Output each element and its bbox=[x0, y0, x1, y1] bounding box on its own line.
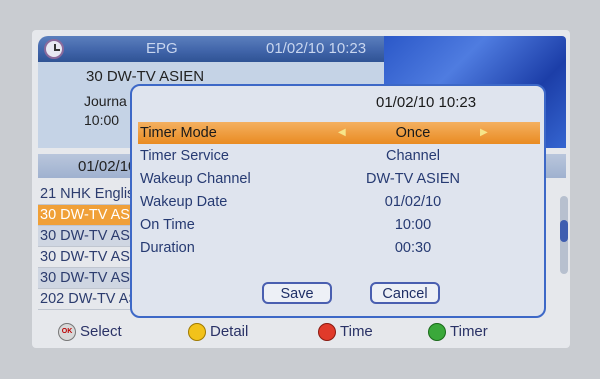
field-label: Timer Mode bbox=[140, 125, 217, 141]
save-button[interactable]: Save bbox=[262, 282, 332, 304]
date-bar-date: 01/02/10 bbox=[78, 158, 137, 175]
select-label: Select bbox=[80, 323, 122, 340]
wakeup-date-field[interactable]: Wakeup Date 01/02/10 bbox=[138, 191, 540, 213]
field-label: Duration bbox=[140, 240, 195, 256]
info-time: 10:00 bbox=[84, 112, 120, 128]
green-button-icon bbox=[428, 323, 446, 342]
dialog-datetime: 01/02/10 10:23 bbox=[376, 94, 477, 111]
yellow-button-icon bbox=[188, 323, 206, 342]
time-hint[interactable]: Time bbox=[318, 322, 373, 342]
on-time-field[interactable]: On Time 10:00 bbox=[138, 214, 540, 236]
cancel-button[interactable]: Cancel bbox=[370, 282, 440, 304]
field-label: Timer Service bbox=[140, 148, 229, 164]
select-hint[interactable]: OK Select bbox=[58, 322, 122, 342]
info-program: Journa bbox=[84, 93, 127, 109]
arrow-right-icon[interactable]: ▶ bbox=[480, 122, 488, 144]
field-value: DW-TV ASIEN bbox=[366, 171, 460, 187]
red-button-icon bbox=[318, 323, 336, 342]
field-value: 10:00 bbox=[394, 217, 432, 233]
detail-hint[interactable]: Detail bbox=[188, 322, 248, 342]
field-value: Channel bbox=[385, 148, 440, 164]
field-value: Once bbox=[395, 125, 431, 141]
timer-mode-field[interactable]: Timer Mode ◀ Once ▶ bbox=[138, 122, 540, 144]
header-datetime: 01/02/10 10:23 bbox=[266, 40, 367, 57]
clock-icon bbox=[44, 39, 64, 59]
epg-header: EPG 01/02/10 10:23 bbox=[38, 36, 386, 62]
time-label: Time bbox=[340, 323, 373, 340]
ok-button-icon: OK bbox=[58, 323, 76, 342]
field-label: Wakeup Date bbox=[140, 194, 228, 210]
timer-service-field[interactable]: Timer Service Channel bbox=[138, 145, 540, 167]
field-value: 01/02/10 bbox=[384, 194, 442, 210]
epg-title: EPG bbox=[146, 40, 178, 57]
duration-field[interactable]: Duration 00:30 bbox=[138, 237, 540, 259]
field-value: 00:30 bbox=[394, 240, 432, 256]
field-label: On Time bbox=[140, 217, 195, 233]
scrollbar-thumb[interactable] bbox=[560, 220, 568, 242]
timer-dialog: 01/02/10 10:23 Timer Mode ◀ Once ▶ Timer… bbox=[130, 84, 546, 318]
detail-label: Detail bbox=[210, 323, 249, 340]
timer-hint[interactable]: Timer bbox=[428, 322, 488, 342]
footer-legend: OK Select Detail Time Timer bbox=[32, 318, 570, 348]
info-channel: 30 DW-TV ASIEN bbox=[86, 68, 205, 85]
wakeup-channel-field[interactable]: Wakeup Channel DW-TV ASIEN bbox=[138, 168, 540, 190]
timer-label: Timer bbox=[450, 323, 488, 340]
field-label: Wakeup Channel bbox=[140, 171, 251, 187]
